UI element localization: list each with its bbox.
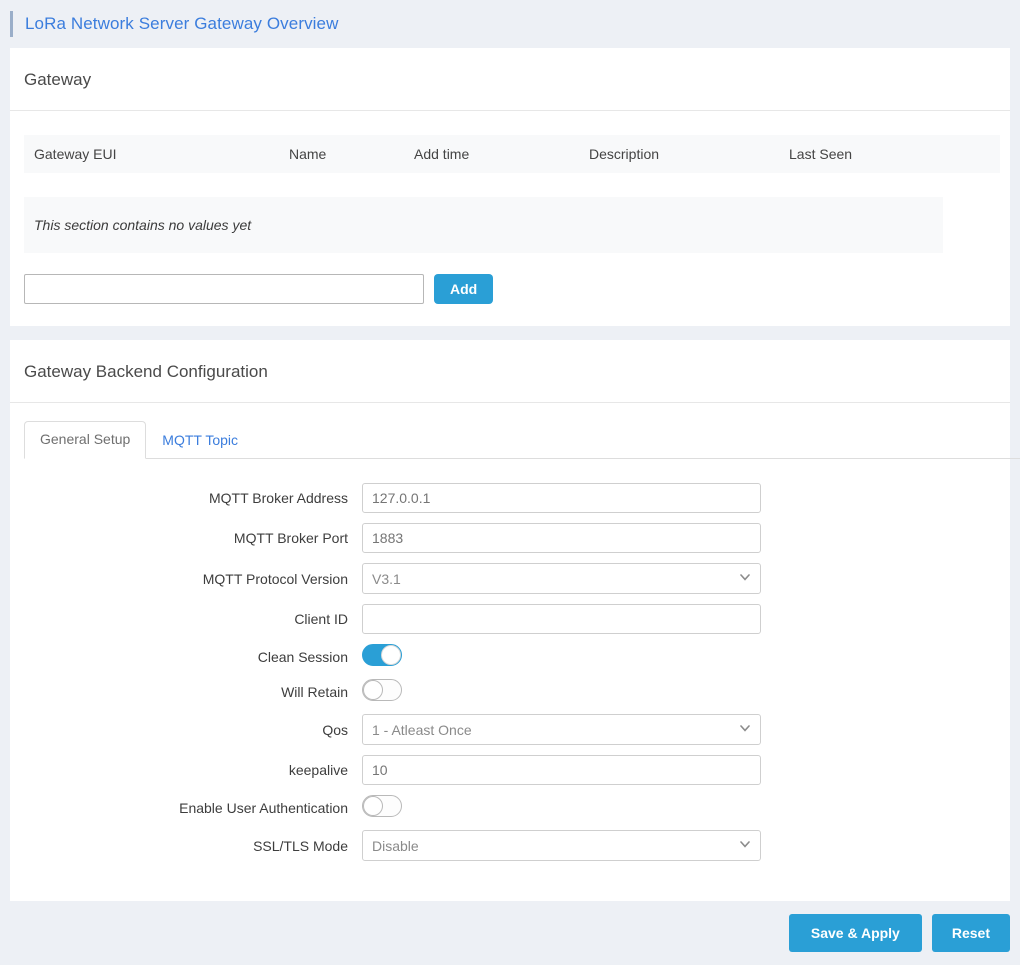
field-row-enable-user-authentication: Enable User Authentication	[10, 795, 1010, 820]
field-row-clean-session: Clean Session	[10, 644, 1010, 669]
ssl-tls-mode-select[interactable]: Disable	[362, 830, 761, 861]
label-mqtt-broker-address: MQTT Broker Address	[208, 490, 348, 506]
label-clean-session: Clean Session	[257, 648, 348, 665]
field-row-broker-port: MQTT Broker Port	[10, 523, 1010, 553]
page-title: LoRa Network Server Gateway Overview	[25, 14, 339, 33]
tab-general-setup[interactable]: General Setup	[24, 421, 147, 459]
gateway-table-empty-message: This section contains no values yet	[24, 197, 943, 253]
mqtt-broker-address-input[interactable]	[362, 483, 761, 513]
field-row-qos: Qos 1 - Atleast Once	[10, 714, 1010, 745]
column-header-description: Description	[589, 146, 660, 162]
column-header-name: Name	[289, 146, 327, 162]
gateway-panel-body: Gateway EUI Name Add time Description La…	[10, 135, 1010, 326]
qos-select-wrap: 1 - Atleast Once	[362, 714, 761, 745]
header-accent-bar	[10, 11, 13, 37]
gateway-panel: Gateway Gateway EUI Name Add time Descri…	[10, 48, 1010, 326]
label-keepalive: keepalive	[288, 762, 348, 778]
label-will-retain: Will Retain	[281, 683, 348, 700]
label-ssl-tls-mode: SSL/TLS Mode	[253, 837, 348, 854]
label-qos: Qos	[322, 721, 348, 738]
page-header: LoRa Network Server Gateway Overview	[0, 0, 1020, 48]
clean-session-toggle[interactable]	[362, 644, 402, 666]
keepalive-input[interactable]	[362, 755, 761, 785]
toggle-knob	[363, 796, 383, 816]
column-header-add-time: Add time	[414, 146, 470, 162]
gateway-eui-input[interactable]	[24, 274, 424, 304]
column-header-gateway-eui: Gateway EUI	[34, 146, 117, 162]
enable-user-authentication-toggle[interactable]	[362, 795, 402, 817]
mqtt-protocol-version-select[interactable]: V3.1	[362, 563, 761, 594]
mqtt-protocol-version-select-wrap: V3.1	[362, 563, 761, 594]
gateway-table: Gateway EUI Name Add time Description La…	[24, 135, 1000, 173]
client-id-input[interactable]	[362, 604, 761, 634]
tab-mqtt-topic[interactable]: MQTT Topic	[146, 422, 254, 459]
ssl-tls-mode-select-wrap: Disable	[362, 830, 761, 861]
column-header-last-seen: Last Seen	[789, 146, 853, 162]
general-setup-form: MQTT Broker Address MQTT Broker Port MQT…	[10, 459, 1010, 901]
gateway-backend-configuration-panel: Gateway Backend Configuration General Se…	[10, 340, 1020, 901]
will-retain-toggle[interactable]	[362, 679, 402, 701]
reset-button[interactable]: Reset	[931, 914, 1010, 952]
label-mqtt-protocol-version: MQTT Protocol Version	[202, 570, 348, 587]
toggle-knob	[381, 645, 401, 665]
backend-panel-title: Gateway Backend Configuration	[10, 340, 1010, 403]
page-footer: Save & Apply Reset	[0, 901, 1020, 965]
field-row-protocol-version: MQTT Protocol Version V3.1	[10, 563, 1010, 594]
gateway-add-row: Add	[24, 274, 996, 326]
label-client-id: Client ID	[294, 611, 348, 627]
qos-select[interactable]: 1 - Atleast Once	[362, 714, 761, 745]
save-and-apply-button[interactable]: Save & Apply	[788, 914, 922, 952]
field-row-keepalive: keepalive	[10, 755, 1010, 785]
gateway-table-header-row: Gateway EUI Name Add time Description La…	[24, 135, 1000, 173]
backend-tab-bar: General Setup MQTT Topic	[24, 421, 1020, 459]
gateway-panel-title: Gateway	[10, 48, 1010, 111]
field-row-ssl-tls-mode: SSL/TLS Mode Disable	[10, 830, 1010, 861]
field-row-client-id: Client ID	[10, 604, 1010, 634]
label-enable-user-authentication: Enable User Authentication	[179, 799, 348, 816]
mqtt-broker-port-input[interactable]	[362, 523, 761, 553]
label-mqtt-broker-port: MQTT Broker Port	[233, 530, 348, 546]
add-gateway-button[interactable]: Add	[434, 274, 494, 304]
toggle-knob	[363, 680, 383, 700]
field-row-broker-address: MQTT Broker Address	[10, 483, 1010, 513]
panel-divider-gap	[0, 326, 1020, 340]
field-row-will-retain: Will Retain	[10, 679, 1010, 704]
